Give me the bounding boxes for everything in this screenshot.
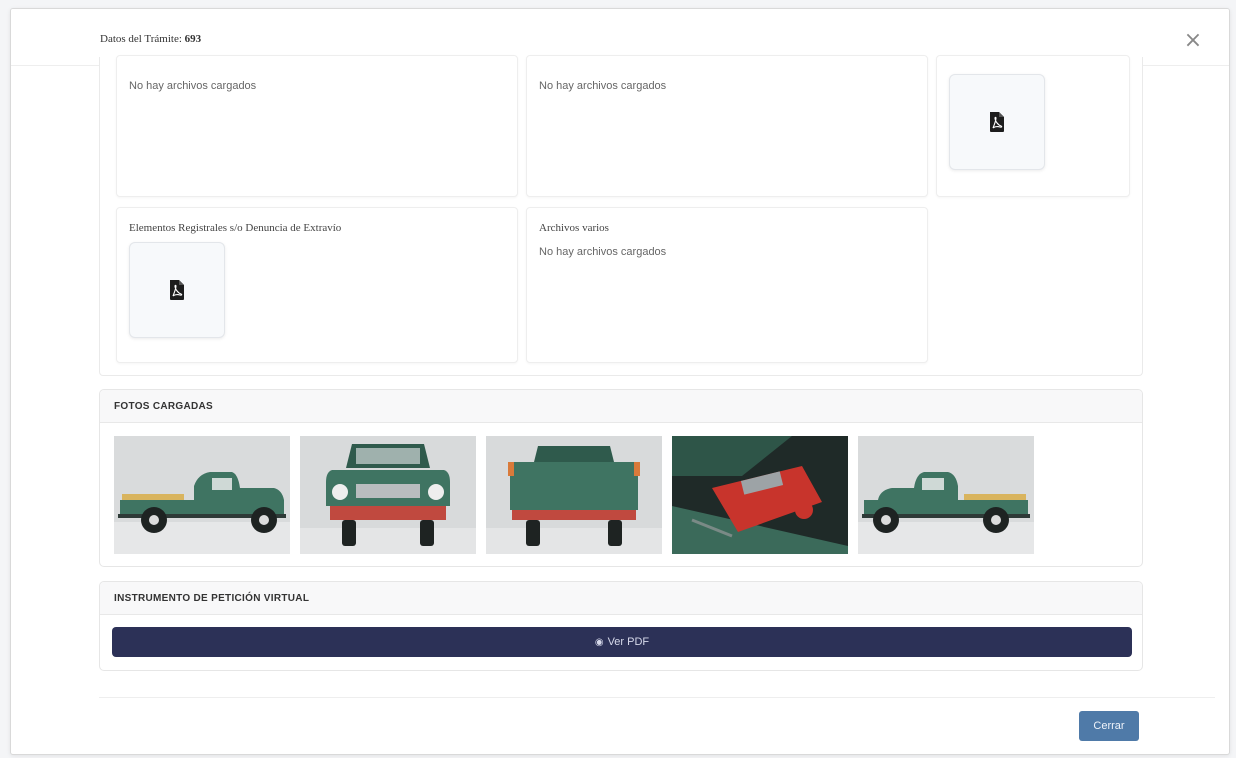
- document-title: Archivos varios: [539, 222, 609, 234]
- modal-dialog: Datos del Trámite: 693 × No hay archivos…: [10, 8, 1230, 755]
- petition-section: INSTRUMENTO DE PETICIÓN VIRTUAL ◉ Ver PD…: [99, 581, 1143, 671]
- vehicle-photo-rear[interactable]: [486, 436, 662, 554]
- pdf-file-icon: [170, 280, 184, 300]
- no-files-text: No hay archivos cargados: [129, 80, 257, 92]
- tramite-number: 693: [184, 33, 202, 45]
- close-button[interactable]: Cerrar: [1079, 711, 1139, 741]
- vehicle-photo-front[interactable]: [300, 436, 476, 554]
- photos-row: [114, 436, 1034, 554]
- eye-icon: ◉: [594, 636, 604, 648]
- footer-divider: [99, 697, 1215, 698]
- no-files-text: No hay archivos cargados: [539, 80, 667, 92]
- photos-section: FOTOS CARGADAS: [99, 389, 1143, 567]
- vehicle-photo-engine[interactable]: [672, 436, 848, 554]
- document-card: Archivos varios No hay archivos cargados: [526, 207, 928, 363]
- modal-title-prefix: Datos del Trámite:: [100, 33, 182, 45]
- petition-section-header: INSTRUMENTO DE PETICIÓN VIRTUAL: [100, 582, 1142, 615]
- pdf-file-icon: [990, 112, 1004, 132]
- view-pdf-label: Ver PDF: [607, 636, 650, 648]
- pdf-file-thumbnail[interactable]: [949, 74, 1045, 170]
- view-pdf-button[interactable]: ◉ Ver PDF: [112, 627, 1132, 657]
- document-title: Elementos Registrales s/o Denuncia de Ex…: [129, 222, 342, 234]
- document-card: Elementos Registrales s/o Denuncia de Ex…: [116, 207, 518, 363]
- vehicle-photo-side[interactable]: [858, 436, 1034, 554]
- document-card: No hay archivos cargados: [526, 55, 928, 197]
- no-files-text: No hay archivos cargados: [539, 246, 667, 258]
- pdf-file-thumbnail[interactable]: [129, 242, 225, 338]
- close-icon[interactable]: ×: [1183, 30, 1203, 52]
- modal-title: Datos del Trámite: 693: [100, 33, 201, 45]
- vehicle-photo-side[interactable]: [114, 436, 290, 554]
- documents-panel: No hay archivos cargados No hay archivos…: [99, 55, 1143, 376]
- photos-section-header: FOTOS CARGADAS: [100, 390, 1142, 423]
- document-card: [936, 55, 1130, 197]
- document-card: No hay archivos cargados: [116, 55, 518, 197]
